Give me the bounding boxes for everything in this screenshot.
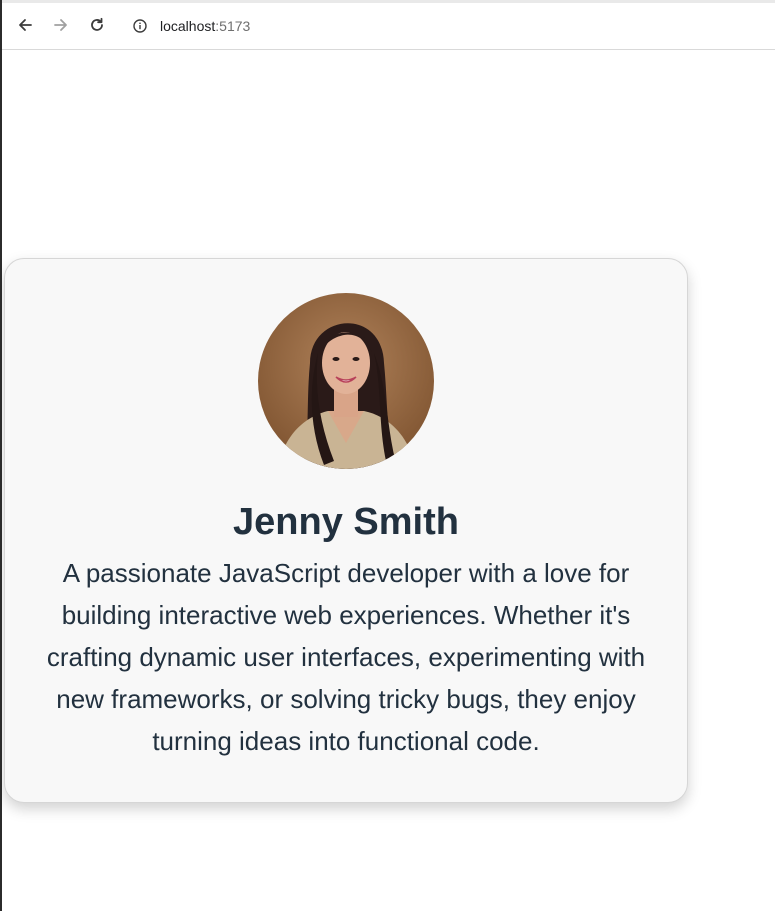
browser-window: localhost:5173 Jenny Smith A passionate …: [0, 0, 775, 911]
profile-card: Jenny Smith A passionate JavaScript deve…: [4, 258, 688, 803]
back-button[interactable]: [11, 11, 39, 39]
info-icon[interactable]: [133, 19, 147, 33]
profile-bio: A passionate JavaScript developer with a…: [46, 558, 646, 756]
profile-avatar: [258, 293, 434, 469]
forward-button[interactable]: [47, 11, 75, 39]
url-port: :5173: [215, 18, 251, 34]
profile-name: Jenny Smith: [233, 501, 459, 543]
window-edge: [0, 0, 2, 911]
profile-photo: [258, 293, 434, 469]
arrow-left-icon: [19, 19, 32, 31]
reload-button[interactable]: [83, 11, 111, 39]
arrow-right-icon: [54, 19, 67, 31]
reload-icon: [91, 17, 103, 31]
address-bar[interactable]: localhost:5173: [122, 9, 775, 43]
browser-toolbar: localhost:5173: [0, 0, 775, 50]
url-text[interactable]: localhost:5173: [160, 18, 250, 34]
url-host: localhost: [160, 18, 216, 34]
